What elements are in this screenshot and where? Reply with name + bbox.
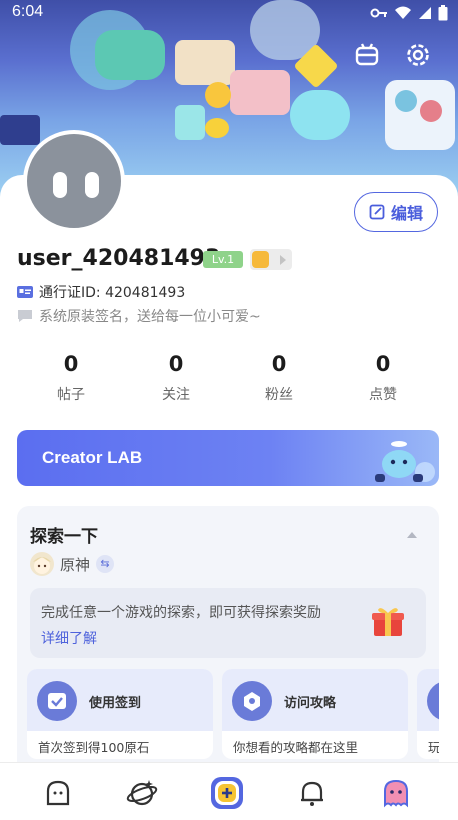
signature-bubble-icon xyxy=(18,310,32,322)
stat-following[interactable]: 0 关注 xyxy=(124,352,228,404)
planet-icon xyxy=(126,780,158,806)
nav-discover[interactable] xyxy=(124,775,160,811)
home-ghost-icon xyxy=(46,780,70,806)
nav-create[interactable] xyxy=(209,775,245,811)
level-badge[interactable]: Lv.1 xyxy=(203,251,243,268)
stat-value: 0 xyxy=(168,352,184,376)
edit-button-label: 编辑 xyxy=(390,204,423,223)
scan-robot-icon[interactable] xyxy=(352,40,382,70)
game-avatar-icon xyxy=(30,552,54,576)
nav-home[interactable] xyxy=(40,775,76,811)
avatar-eye-right xyxy=(85,172,99,198)
gift-box-icon xyxy=(372,608,404,636)
avatar[interactable] xyxy=(23,130,125,232)
signal-icon xyxy=(419,7,431,19)
key-icon xyxy=(370,8,387,18)
bell-icon xyxy=(301,781,323,806)
task-desc: 首次签到得100原石 xyxy=(38,740,150,755)
bottom-nav xyxy=(0,762,458,820)
detail-link[interactable]: 详细了解 xyxy=(41,628,97,648)
medal-badge[interactable] xyxy=(250,249,292,270)
creator-lab-label: Creator LAB xyxy=(42,448,143,467)
stat-followers[interactable]: 0 粉丝 xyxy=(227,352,331,404)
play-arrow-icon xyxy=(280,255,286,265)
signature-row: 系统原装签名，送给每一位小可爱~ xyxy=(17,306,261,326)
signature-text: 系统原装签名，送给每一位小可爱~ xyxy=(39,309,261,325)
pass-id-row: 通行证ID: 420481493 xyxy=(17,282,185,302)
stats-row: 0 帖子 0 关注 0 粉丝 0 点赞 xyxy=(0,352,458,412)
stat-label: 关注 xyxy=(162,387,190,403)
explore-reward-box: 完成任意一个游戏的探索，即可获得探索奖励 详细了解 xyxy=(30,588,426,658)
wifi-icon xyxy=(395,6,411,19)
id-card-icon xyxy=(17,286,33,298)
status-icons xyxy=(370,5,448,21)
game-selector[interactable]: 原神 ⇆ xyxy=(30,552,115,576)
status-time: 6:04 xyxy=(12,3,44,20)
guide-book-icon xyxy=(232,681,272,721)
task-card-partial[interactable]: 玩 xyxy=(417,669,439,759)
me-icon xyxy=(384,779,408,808)
calendar-check-icon xyxy=(37,681,77,721)
medal-cat-icon xyxy=(252,251,269,268)
task-name: 访问攻略 xyxy=(284,696,337,711)
stat-value: 0 xyxy=(271,352,287,376)
creator-mascot-icon xyxy=(375,441,435,482)
collapse-arrow-icon[interactable] xyxy=(407,532,417,538)
stat-posts[interactable]: 0 帖子 xyxy=(19,352,123,404)
stat-label: 粉丝 xyxy=(265,387,293,403)
battery-icon xyxy=(438,5,448,21)
add-post-icon xyxy=(211,777,243,809)
avatar-eye-left xyxy=(53,172,67,198)
explore-section: 探索一下 原神 ⇆ 完成任意一个游戏的探索，即可获得探索奖励 详细了解 使用签到… xyxy=(17,506,439,776)
swap-game-icon[interactable]: ⇆ xyxy=(96,555,115,573)
task-name: 使用签到 xyxy=(89,696,142,711)
settings-gear-icon[interactable] xyxy=(403,40,433,70)
edit-pencil-icon xyxy=(369,204,385,220)
task-card-checkin[interactable]: 使用签到 首次签到得100原石 xyxy=(27,669,213,759)
explore-title: 探索一下 xyxy=(30,527,98,547)
creator-lab-banner[interactable]: Creator LAB xyxy=(17,430,439,486)
status-bar: 6:04 xyxy=(0,0,458,26)
stat-likes[interactable]: 0 点赞 xyxy=(331,352,435,404)
task-desc: 玩 xyxy=(428,740,439,755)
task-desc: 你想看的攻略都在这里 xyxy=(233,740,359,755)
nav-me[interactable] xyxy=(378,775,414,811)
stat-value: 0 xyxy=(63,352,79,376)
task-card-guide[interactable]: 访问攻略 你想看的攻略都在这里 xyxy=(222,669,408,759)
edit-profile-button[interactable]: 编辑 xyxy=(354,192,438,232)
stat-value: 0 xyxy=(375,352,391,376)
stat-label: 帖子 xyxy=(57,387,85,403)
username: user_420481493 xyxy=(17,246,221,271)
stat-label: 点赞 xyxy=(369,387,397,403)
pass-id-text: 通行证ID: 420481493 xyxy=(39,285,186,301)
reward-text: 完成任意一个游戏的探索，即可获得探索奖励 xyxy=(41,605,321,621)
nav-notifications[interactable] xyxy=(294,775,330,811)
game-name: 原神 xyxy=(60,555,91,574)
